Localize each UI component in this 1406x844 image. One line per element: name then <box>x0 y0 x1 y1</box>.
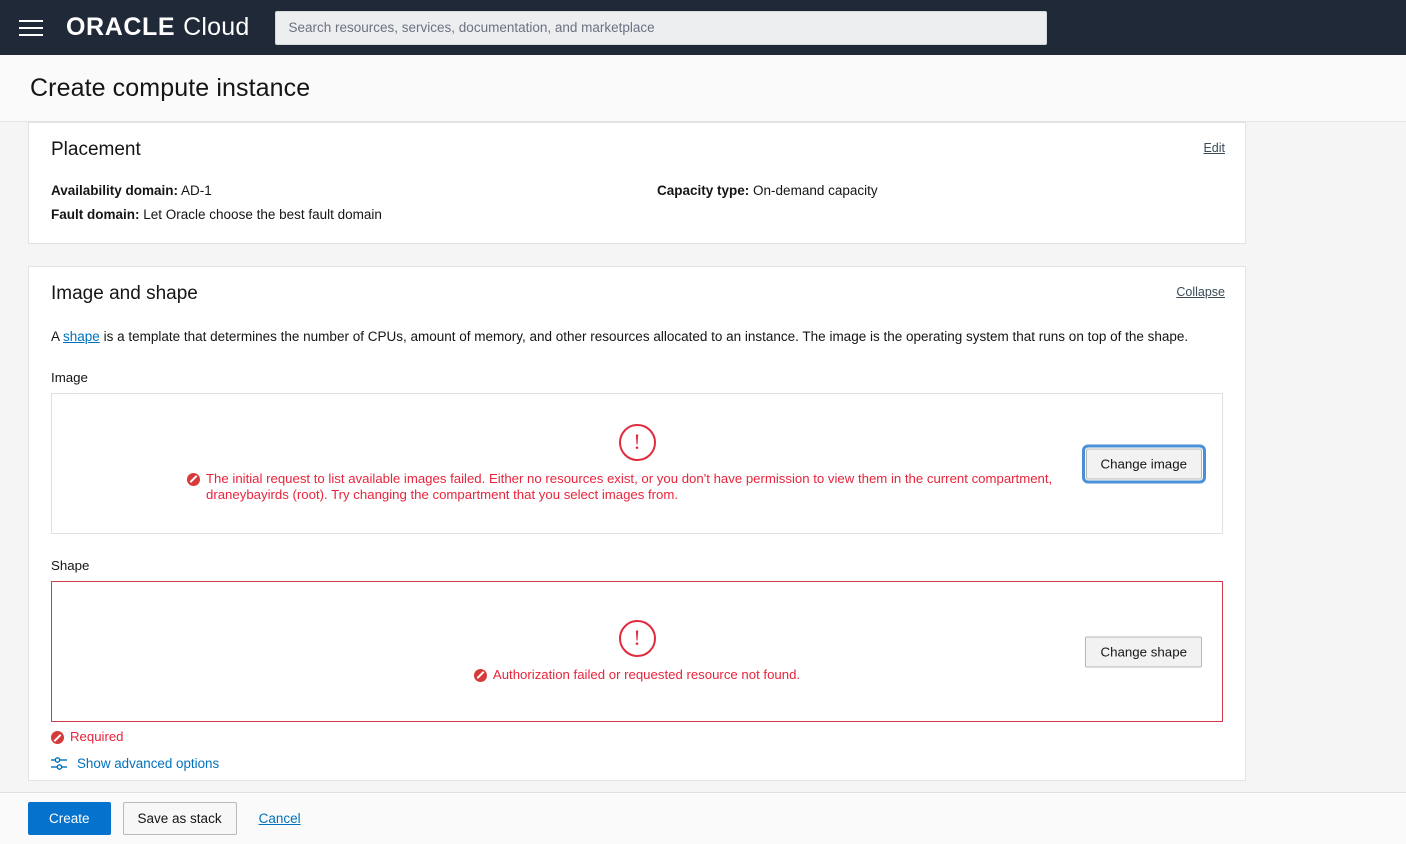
description-rest: is a template that determines the number… <box>99 329 1189 344</box>
top-navigation-bar: ORACLE Cloud <box>0 0 1406 55</box>
shape-description: A shape is a template that determines th… <box>51 327 1206 346</box>
alert-circle-icon: ! <box>618 423 656 461</box>
placement-title: Placement <box>51 139 141 160</box>
image-and-shape-card: Image and shape Collapse A shape is a te… <box>28 266 1246 781</box>
content-column: Placement Edit Availability domain: AD-1… <box>28 122 1246 844</box>
show-advanced-options-link[interactable]: Show advanced options <box>51 756 1223 771</box>
placement-details: Availability domain: AD-1 Capacity type:… <box>51 183 1223 222</box>
advanced-options-label: Show advanced options <box>77 756 220 771</box>
availability-domain-label: Availability domain: <box>51 183 179 198</box>
hamburger-line <box>19 19 43 22</box>
logo-oracle-text: ORACLE <box>66 13 176 41</box>
cancel-link[interactable]: Cancel <box>259 811 301 826</box>
logo-cloud-text: Cloud <box>183 13 250 41</box>
field-spacer <box>51 534 1223 558</box>
availability-domain-value: AD-1 <box>181 183 212 198</box>
fault-domain-label: Fault domain: <box>51 207 140 222</box>
capacity-type-row: Capacity type: On-demand capacity <box>657 183 1223 198</box>
availability-domain-row: Availability domain: AD-1 <box>51 183 657 198</box>
image-and-shape-collapse-link[interactable]: Collapse <box>1176 285 1225 299</box>
page-title: Create compute instance <box>30 73 311 102</box>
change-image-button[interactable]: Change image <box>1081 444 1206 483</box>
shape-field-label: Shape <box>51 558 90 573</box>
fault-domain-value: Let Oracle choose the best fault domain <box>143 207 382 222</box>
error-ban-icon <box>473 668 487 682</box>
save-as-stack-button[interactable]: Save as stack <box>122 802 237 835</box>
card-spacer <box>28 244 1246 266</box>
sliders-icon <box>51 756 67 770</box>
fault-domain-row: Fault domain: Let Oracle choose the best… <box>51 207 657 222</box>
error-ban-icon <box>187 472 200 486</box>
description-prefix: A <box>51 329 64 344</box>
page-body: Placement Edit Availability domain: AD-1… <box>0 122 1406 844</box>
shape-error-message: Authorization failed or requested resour… <box>473 666 801 684</box>
page-title-bar: Create compute instance <box>0 55 1406 122</box>
shape-selection-box: ! Authorization failed or requested reso… <box>51 581 1223 722</box>
change-image-action: Change image <box>1081 444 1206 483</box>
change-shape-button[interactable]: Change shape <box>1085 636 1202 667</box>
create-button[interactable]: Create <box>28 802 111 835</box>
image-error-text: The initial request to list available im… <box>206 470 1053 503</box>
image-error-message: The initial request to list available im… <box>187 471 1087 504</box>
footer-action-bar: Create Save as stack Cancel <box>0 792 1406 844</box>
error-ban-icon <box>51 731 64 744</box>
hamburger-menu-icon[interactable] <box>8 0 54 55</box>
placement-edit-link[interactable]: Edit <box>1203 141 1225 155</box>
alert-circle-icon: ! <box>618 619 656 657</box>
required-text: Required <box>70 729 124 744</box>
image-and-shape-title: Image and shape <box>51 283 198 304</box>
search-input[interactable] <box>275 10 1048 45</box>
oracle-cloud-logo[interactable]: ORACLE Cloud <box>66 13 249 42</box>
left-gutter <box>0 122 28 844</box>
image-field-label: Image <box>51 370 88 385</box>
shape-error-content: ! Authorization failed or requested reso… <box>52 582 1222 721</box>
change-shape-action: Change shape <box>1085 636 1202 667</box>
capacity-type-label: Capacity type: <box>657 183 750 198</box>
capacity-type-value: On-demand capacity <box>753 183 878 198</box>
hamburger-line <box>19 26 43 29</box>
image-error-content: ! The initial request to list available … <box>52 394 1222 533</box>
search-container <box>275 10 1048 45</box>
image-selection-box: ! The initial request to list available … <box>51 393 1223 534</box>
placement-card: Placement Edit Availability domain: AD-1… <box>28 122 1246 244</box>
shape-required-message: Required <box>51 729 1223 744</box>
shape-doc-link[interactable]: shape <box>63 329 100 344</box>
hamburger-line <box>19 33 43 36</box>
shape-error-text: Authorization failed or requested resour… <box>492 666 801 682</box>
